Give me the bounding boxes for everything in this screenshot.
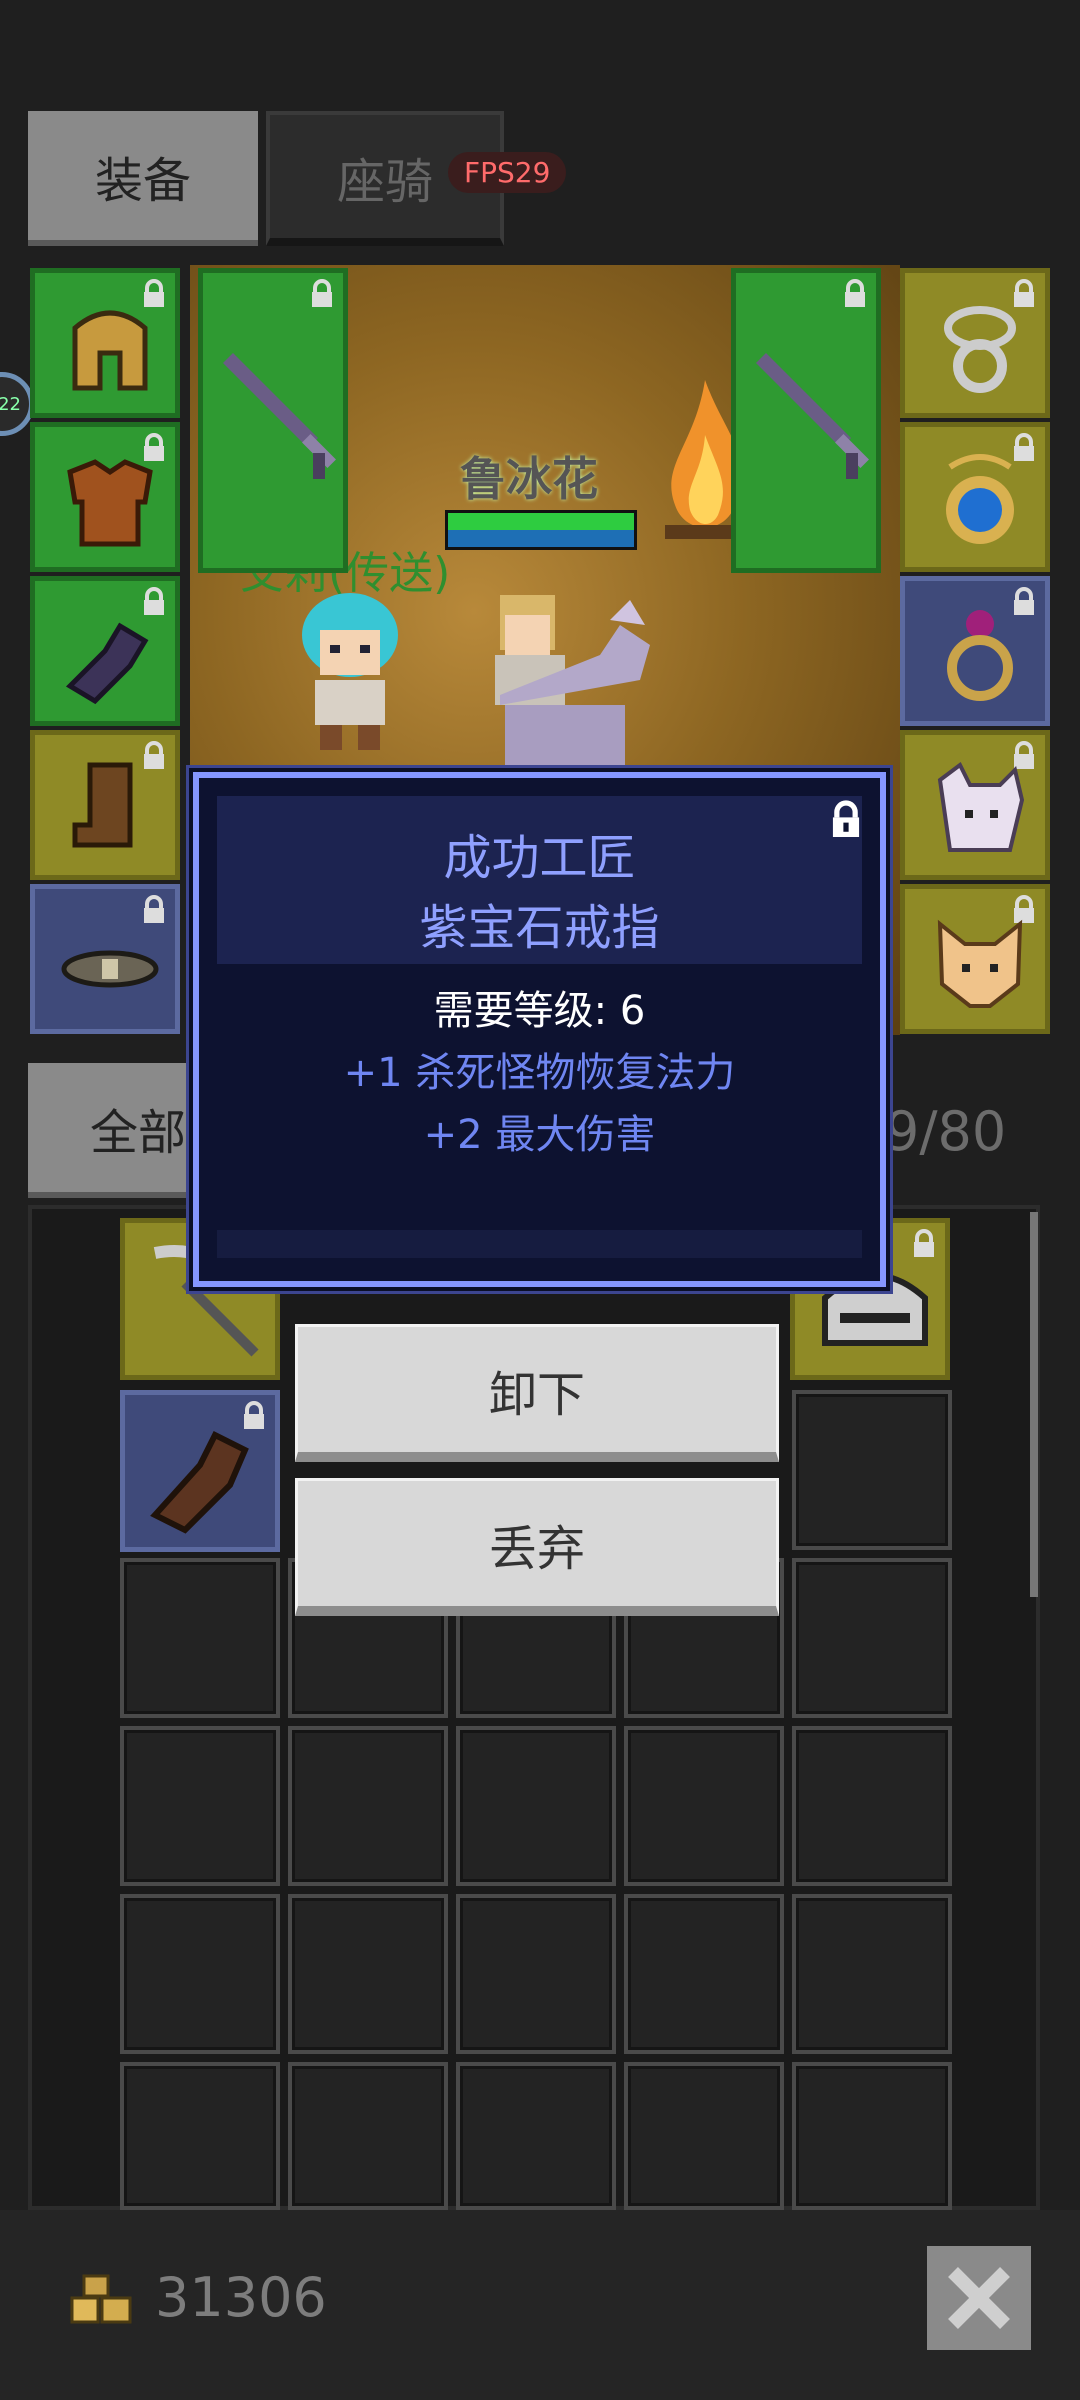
inventory-cell[interactable] xyxy=(120,1894,280,2054)
inventory-cell[interactable] xyxy=(624,2062,784,2210)
item-tooltip: 成功工匠 紫宝石戒指 需要等级: 6 +1 杀死怪物恢复法力 +2 最大伤害 xyxy=(193,772,886,1287)
close-button[interactable] xyxy=(927,2246,1031,2350)
inventory-cell[interactable] xyxy=(288,2062,448,2210)
item-quality-prefix: 成功工匠 xyxy=(443,830,636,886)
sword-icon xyxy=(223,353,336,479)
unequip-label: 卸下 xyxy=(488,1366,585,1423)
gauntlet-icon xyxy=(65,622,149,705)
item-name: 紫宝石戒指 xyxy=(419,900,660,956)
inventory-scrollbar[interactable] xyxy=(1030,1212,1038,1597)
ring-slot[interactable] xyxy=(900,268,1050,418)
fps-badge: FPS29 xyxy=(448,152,567,193)
inventory-cell[interactable] xyxy=(792,1558,952,1718)
lock-icon xyxy=(845,279,865,307)
companion-sprite-icon[interactable] xyxy=(275,585,425,755)
amethyst-ring-icon xyxy=(947,610,1013,701)
inventory-cell[interactable] xyxy=(288,1726,448,1886)
player-hp-mp-bar xyxy=(445,510,637,550)
inventory-cell[interactable] xyxy=(456,1894,616,2054)
boots-icon xyxy=(72,762,133,848)
filter-all-label: 全部 xyxy=(90,1104,187,1161)
side-indicator-icon[interactable]: 22 xyxy=(0,372,34,436)
close-icon xyxy=(948,2267,1010,2329)
weapon-slot-off[interactable] xyxy=(731,268,881,573)
tab-equipment-label: 装备 xyxy=(94,152,191,209)
gauntlet-slot[interactable] xyxy=(30,576,180,726)
unequip-button[interactable]: 卸下 xyxy=(295,1324,779,1462)
inventory-cell[interactable] xyxy=(288,1894,448,2054)
inventory-cell[interactable] xyxy=(456,1726,616,1886)
ring-icon xyxy=(944,306,1016,393)
amethyst-ring-slot[interactable] xyxy=(900,576,1050,726)
belt-icon xyxy=(61,950,159,988)
tab-equipment[interactable]: 装备 xyxy=(28,111,258,246)
inventory-cell[interactable] xyxy=(120,1558,280,1718)
discard-label: 丢弃 xyxy=(488,1520,585,1577)
armor-slot[interactable] xyxy=(30,422,180,572)
inventory-cell[interactable] xyxy=(624,1726,784,1886)
inventory-cell[interactable] xyxy=(792,1894,952,2054)
boots-slot[interactable] xyxy=(30,730,180,880)
inventory-count: 9/80 xyxy=(885,1100,1007,1163)
discard-button[interactable]: 丢弃 xyxy=(295,1478,779,1616)
gold-amount: 31306 xyxy=(155,2266,327,2329)
item-stat: +1 杀死怪物恢复法力 xyxy=(343,1050,736,1096)
amulet-slot[interactable] xyxy=(900,422,1050,572)
inventory-cell[interactable] xyxy=(792,1390,952,1550)
gold-coins-icon xyxy=(70,2274,132,2324)
pet-wolf-icon xyxy=(937,761,1025,852)
leather-glove-icon xyxy=(150,1430,249,1534)
belt-slot[interactable] xyxy=(30,884,180,1034)
inventory-cell[interactable] xyxy=(120,1726,280,1886)
inventory-cell[interactable] xyxy=(792,1726,952,1886)
hp-fill xyxy=(448,513,634,530)
helmet-slot[interactable] xyxy=(30,268,180,418)
item-stat: +2 最大伤害 xyxy=(423,1112,656,1158)
side-indicator-text: 22 xyxy=(0,393,21,415)
amulet-icon xyxy=(946,454,1014,544)
weapon-slot-main[interactable] xyxy=(198,268,348,573)
inventory-cell[interactable] xyxy=(792,2062,952,2210)
player-name: 鲁冰花 xyxy=(460,452,598,506)
tab-mount-label: 座骑 xyxy=(336,153,433,210)
pet-fox-icon xyxy=(937,919,1023,1008)
pet-slot-2[interactable] xyxy=(900,884,1050,1034)
tooltip-footer xyxy=(217,1230,862,1258)
helmet-icon xyxy=(72,310,148,391)
inventory-item-glove[interactable] xyxy=(120,1390,280,1552)
item-requirement: 需要等级: 6 xyxy=(433,988,646,1034)
inventory-cell[interactable] xyxy=(120,2062,280,2210)
pet-slot-1[interactable] xyxy=(900,730,1050,880)
inventory-cell[interactable] xyxy=(624,1894,784,2054)
lock-icon xyxy=(312,279,332,307)
sword-icon xyxy=(756,353,869,479)
armor-icon xyxy=(67,459,153,547)
mp-fill xyxy=(448,530,634,547)
inventory-cell[interactable] xyxy=(456,2062,616,2210)
player-on-mount-sprite-icon[interactable] xyxy=(460,585,660,775)
